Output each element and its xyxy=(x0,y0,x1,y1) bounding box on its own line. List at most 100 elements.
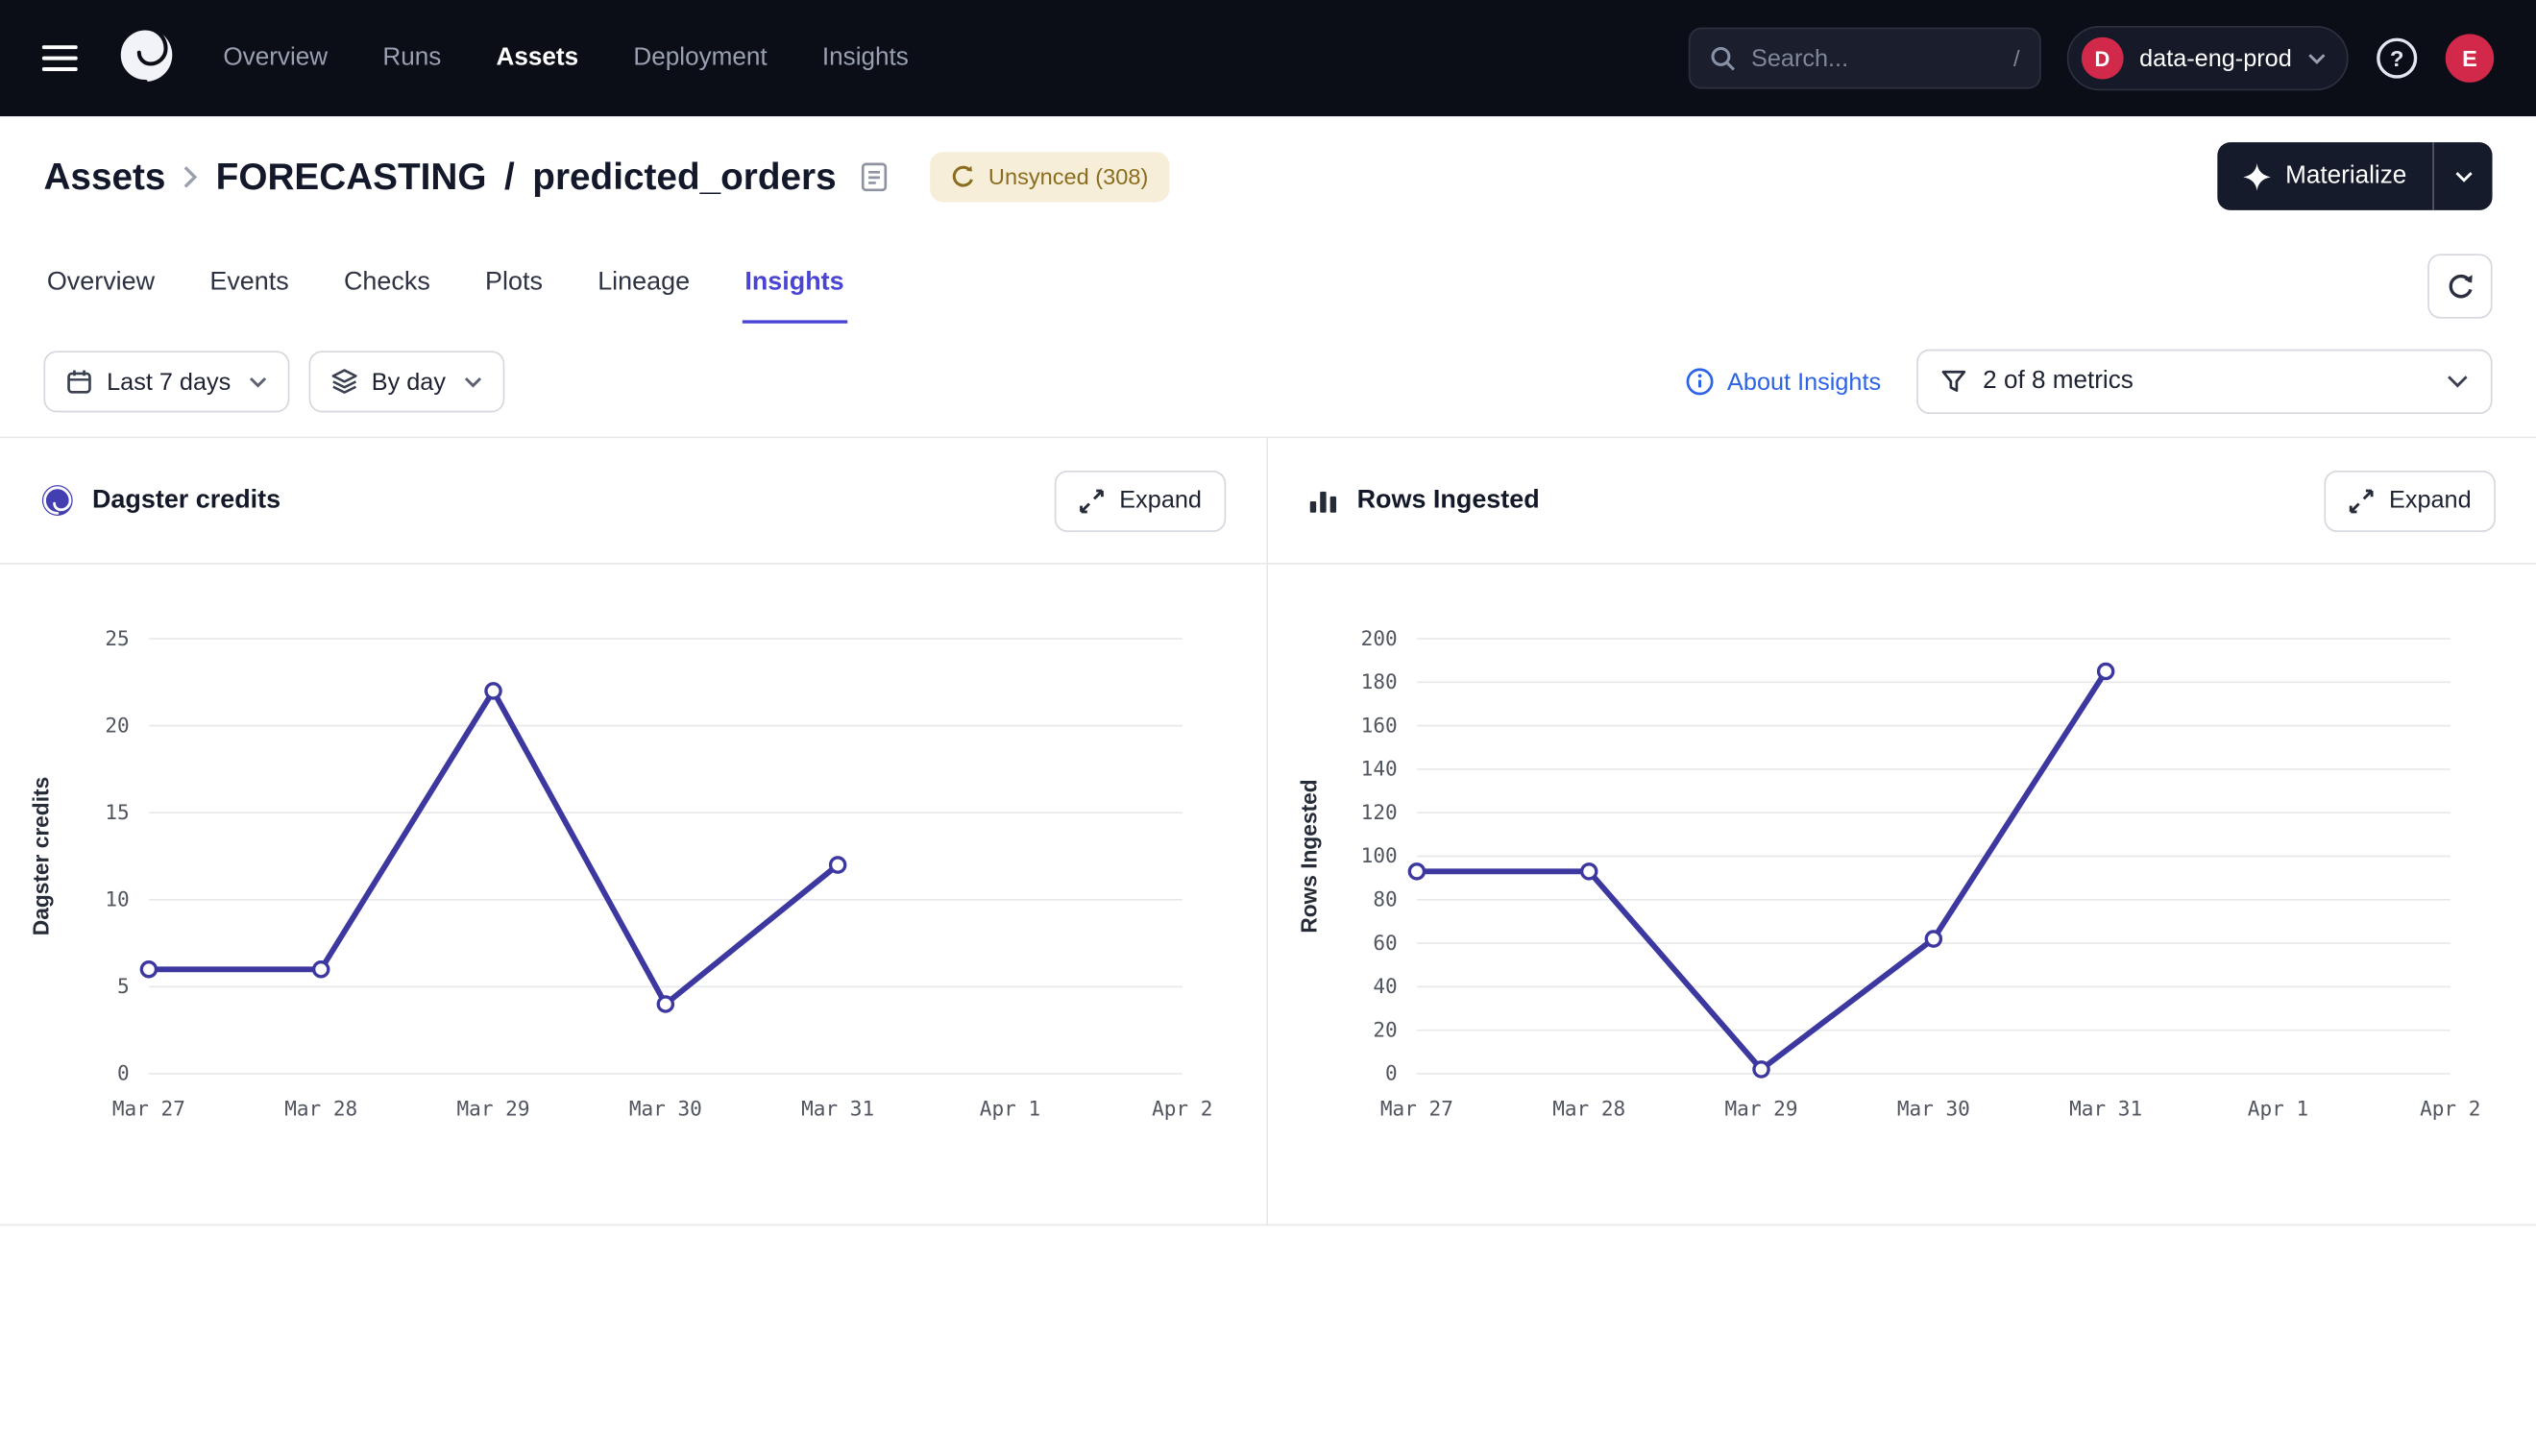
nav-item-assets[interactable]: Assets xyxy=(497,43,579,72)
search-icon xyxy=(1709,45,1735,71)
unsynced-status-badge[interactable]: Unsynced (308) xyxy=(930,151,1169,201)
deployment-badge: D xyxy=(2081,37,2123,80)
chevron-right-icon xyxy=(183,164,198,188)
user-avatar[interactable]: E xyxy=(2446,34,2495,83)
svg-text:180: 180 xyxy=(1361,669,1398,693)
dagster-credits-chart[interactable]: 0510152025Mar 27Mar 28Mar 29Mar 30Mar 31… xyxy=(0,565,1266,1225)
help-button[interactable]: ? xyxy=(2375,36,2420,81)
nav-item-insights[interactable]: Insights xyxy=(822,43,909,72)
expand-button[interactable]: Expand xyxy=(1055,470,1226,531)
top-nav: Overview Runs Assets Deployment Insights… xyxy=(0,0,2536,116)
svg-text:Mar 27: Mar 27 xyxy=(112,1097,185,1121)
svg-text:Mar 27: Mar 27 xyxy=(1380,1097,1453,1121)
materialize-dropdown-button[interactable] xyxy=(2434,142,2493,210)
nav-item-runs[interactable]: Runs xyxy=(382,43,441,72)
panel-title: Dagster credits xyxy=(92,486,280,515)
refresh-icon xyxy=(2445,271,2475,302)
tab-events[interactable]: Events xyxy=(207,249,292,323)
svg-text:15: 15 xyxy=(105,800,129,824)
nav-item-deployment[interactable]: Deployment xyxy=(633,43,767,72)
expand-label: Expand xyxy=(2389,487,2472,515)
tab-plots[interactable]: Plots xyxy=(482,249,547,323)
svg-text:Apr 1: Apr 1 xyxy=(980,1097,1040,1121)
search-shortcut-hint: / xyxy=(2013,45,2020,71)
tab-checks[interactable]: Checks xyxy=(341,249,434,323)
nav-item-overview[interactable]: Overview xyxy=(223,43,328,72)
breadcrumb-group[interactable]: FORECASTING xyxy=(216,155,487,198)
expand-label: Expand xyxy=(1119,487,1202,515)
dagster-logo[interactable] xyxy=(113,22,178,95)
unsynced-status-label: Unsynced (308) xyxy=(988,163,1148,189)
materialize-button[interactable]: Materialize xyxy=(2217,142,2434,210)
chevron-down-icon xyxy=(2454,171,2473,182)
chevron-down-icon xyxy=(249,376,267,387)
svg-text:Mar 28: Mar 28 xyxy=(1552,1097,1625,1121)
metrics-select-label: 2 of 8 metrics xyxy=(1983,367,2134,396)
svg-text:Dagster credits: Dagster credits xyxy=(29,777,54,935)
help-icon: ? xyxy=(2375,36,2420,81)
dagster-metric-icon xyxy=(40,483,74,517)
svg-text:200: 200 xyxy=(1361,626,1398,650)
svg-text:Mar 30: Mar 30 xyxy=(629,1097,702,1121)
svg-text:?: ? xyxy=(2390,46,2403,71)
menu-icon[interactable] xyxy=(42,45,78,71)
about-insights-label: About Insights xyxy=(1727,368,1881,396)
nav-right: Search... / D data-eng-prod ? E xyxy=(1688,26,2494,90)
rows-ingested-chart[interactable]: 020406080100120140160180200Mar 27Mar 28M… xyxy=(1268,565,2534,1225)
svg-text:20: 20 xyxy=(1373,1017,1397,1041)
svg-text:Mar 31: Mar 31 xyxy=(801,1097,874,1121)
materialize-split-button: Materialize xyxy=(2217,142,2492,210)
svg-text:160: 160 xyxy=(1361,713,1398,737)
breadcrumb-separator: / xyxy=(504,155,515,198)
expand-icon xyxy=(2349,488,2375,514)
dagster-credits-panel: Dagster credits Expand 0510152025Mar 27M… xyxy=(0,438,1268,1225)
search-placeholder: Search... xyxy=(1751,44,1848,72)
filter-funnel-icon xyxy=(1940,369,1966,395)
svg-text:Mar 28: Mar 28 xyxy=(284,1097,357,1121)
tab-insights[interactable]: Insights xyxy=(742,249,847,323)
deployment-name: data-eng-prod xyxy=(2139,44,2292,72)
layers-icon xyxy=(331,369,357,395)
asset-description-icon[interactable] xyxy=(861,161,889,192)
panel-header: Dagster credits Expand xyxy=(0,438,1266,564)
svg-text:Mar 30: Mar 30 xyxy=(1897,1097,1970,1121)
deployment-switcher[interactable]: D data-eng-prod xyxy=(2066,26,2348,90)
expand-button[interactable]: Expand xyxy=(2325,470,2496,531)
about-insights-link[interactable]: About Insights xyxy=(1685,367,1881,396)
svg-text:40: 40 xyxy=(1373,974,1397,998)
chevron-down-icon xyxy=(2308,53,2327,64)
bar-chart-icon xyxy=(1308,487,1339,515)
svg-text:0: 0 xyxy=(1385,1061,1398,1085)
svg-text:120: 120 xyxy=(1361,800,1398,824)
dagster-logo-icon xyxy=(113,22,178,86)
chart-container: 020406080100120140160180200Mar 27Mar 28M… xyxy=(1268,565,2536,1225)
sync-icon xyxy=(951,164,975,188)
tab-overview[interactable]: Overview xyxy=(43,249,158,323)
date-range-label: Last 7 days xyxy=(107,368,231,396)
chevron-down-icon xyxy=(2447,376,2468,388)
granularity-label: By day xyxy=(372,368,446,396)
svg-text:Apr 2: Apr 2 xyxy=(2420,1097,2480,1121)
svg-text:60: 60 xyxy=(1373,931,1397,955)
asset-header: Assets FORECASTING / predicted_orders xyxy=(0,116,2536,226)
svg-text:Mar 29: Mar 29 xyxy=(1725,1097,1798,1121)
svg-text:100: 100 xyxy=(1361,843,1398,867)
sparkle-icon xyxy=(2243,162,2271,190)
tab-lineage[interactable]: Lineage xyxy=(595,249,694,323)
search-input[interactable]: Search... / xyxy=(1688,28,2040,89)
breadcrumb-asset-name: predicted_orders xyxy=(532,155,836,198)
refresh-button[interactable] xyxy=(2427,254,2492,318)
asset-tabs-row: Overview Events Checks Plots Lineage Ins… xyxy=(0,227,2536,324)
svg-text:80: 80 xyxy=(1373,887,1397,911)
primary-nav: Overview Runs Assets Deployment Insights xyxy=(223,43,909,72)
date-range-filter[interactable]: Last 7 days xyxy=(43,351,288,412)
breadcrumb-assets-link[interactable]: Assets xyxy=(43,155,165,198)
info-icon xyxy=(1685,367,1714,396)
metrics-select[interactable]: 2 of 8 metrics xyxy=(1916,350,2492,414)
panel-title: Rows Ingested xyxy=(1357,486,1540,515)
expand-icon xyxy=(1079,488,1105,514)
granularity-filter[interactable]: By day xyxy=(308,351,503,412)
svg-text:10: 10 xyxy=(105,887,129,911)
svg-text:Mar 29: Mar 29 xyxy=(457,1097,530,1121)
svg-text:Apr 2: Apr 2 xyxy=(1152,1097,1212,1121)
